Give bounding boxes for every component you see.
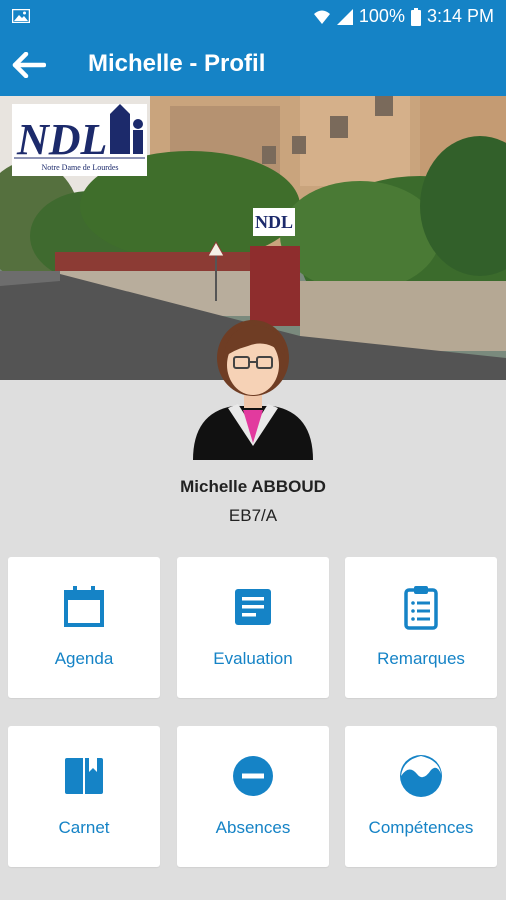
- tile-agenda[interactable]: Agenda: [8, 557, 160, 698]
- tile-evaluation[interactable]: Evaluation: [177, 557, 329, 698]
- document-icon: [235, 589, 271, 625]
- signal-icon: [336, 8, 353, 25]
- tile-label: Remarques: [377, 649, 465, 668]
- tile-carnet[interactable]: Carnet: [8, 726, 160, 867]
- clock: 3:14 PM: [426, 6, 494, 26]
- back-button[interactable]: [10, 49, 48, 81]
- calendar-icon: [64, 586, 104, 627]
- wifi-icon: [313, 10, 330, 24]
- student-name: Michelle ABBOUD: [180, 477, 326, 496]
- app-bar: Michelle - Profil: [0, 33, 506, 96]
- avatar: [193, 320, 313, 460]
- battery-percent: 100%: [358, 6, 405, 26]
- arrow-left-icon: [12, 52, 46, 78]
- image-notification-icon: [12, 9, 30, 23]
- tile-label: Compétences: [368, 818, 474, 837]
- tile-remarques[interactable]: Remarques: [345, 557, 497, 698]
- tile-label: Carnet: [58, 818, 110, 837]
- svg-text:NDL: NDL: [255, 212, 293, 232]
- tile-competences[interactable]: Compétences: [345, 726, 497, 867]
- tile-label: Absences: [215, 818, 291, 837]
- tile-label: Agenda: [54, 649, 114, 668]
- battery-icon: [410, 7, 421, 26]
- tile-absences[interactable]: Absences: [177, 726, 329, 867]
- status-bar: 100% 3:14 PM: [0, 0, 506, 33]
- page-title: Michelle - Profil: [88, 50, 266, 77]
- svg-text:NDL: NDL: [16, 115, 107, 164]
- book-icon: [65, 758, 103, 794]
- tile-label: Evaluation: [213, 649, 293, 668]
- student-class: EB7/A: [228, 506, 278, 525]
- wave-circle-icon: [400, 755, 442, 797]
- minus-circle-icon: [233, 756, 273, 796]
- logo-subtitle: Notre Dame de Lourdes: [41, 163, 118, 172]
- clipboard-icon: [404, 586, 438, 630]
